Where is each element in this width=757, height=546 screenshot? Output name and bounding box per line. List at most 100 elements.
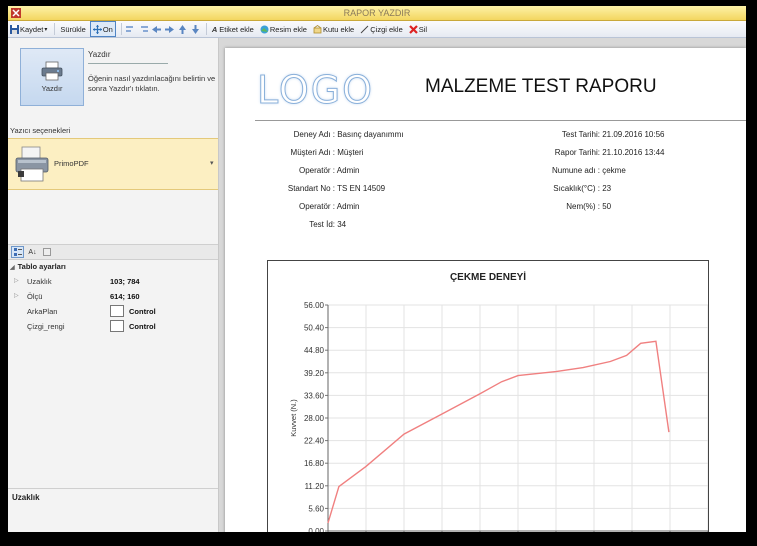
- property-value[interactable]: Control: [110, 305, 156, 318]
- report-field-right[interactable]: Test Tarihi: 21.09.2016 10:56: [475, 130, 725, 139]
- printer-dropdown-icon[interactable]: ▾: [210, 159, 214, 167]
- y-tick-label: 0.00: [308, 527, 324, 532]
- print-button[interactable]: Yazdır: [20, 48, 84, 106]
- property-row[interactable]: ▷ Ölçü 614; 160: [8, 290, 218, 304]
- y-tick-label: 16.80: [304, 459, 325, 468]
- align-left-button[interactable]: [125, 22, 137, 36]
- property-pages-button[interactable]: [41, 247, 52, 257]
- report-title[interactable]: MALZEME TEST RAPORU: [425, 76, 657, 98]
- property-value-text: Control: [129, 322, 156, 331]
- field-value: Admin: [335, 202, 360, 211]
- expand-icon[interactable]: ▷: [14, 292, 19, 299]
- property-name: Uzaklık: [27, 277, 52, 286]
- y-tick-label: 5.60: [308, 504, 324, 513]
- field-value: TS EN 14509: [335, 184, 386, 193]
- property-grid-toolbar: A↓: [8, 244, 218, 260]
- logo-placeholder[interactable]: LOGO: [256, 68, 374, 113]
- categorized-icon: [13, 248, 22, 256]
- chart-box[interactable]: ÇEKME DENEYİ 0.00 5.60 11.20 16.80 22.40 28.0…: [267, 260, 709, 532]
- color-swatch: [110, 305, 124, 318]
- arrow-down-icon: [191, 24, 199, 34]
- printer-selector[interactable]: PrimoPDF ▾: [8, 138, 218, 190]
- add-image-button[interactable]: Resim ekle: [258, 22, 309, 36]
- add-line-button[interactable]: Çizgi ekle: [358, 22, 405, 36]
- move-down-button[interactable]: [190, 22, 202, 36]
- field-value: Basınç dayanımmı: [335, 130, 404, 139]
- report-field-left[interactable]: Standart No : TS EN 14509: [225, 184, 395, 193]
- field-value: Müşteri: [335, 148, 364, 157]
- field-value: 23: [600, 184, 612, 193]
- alphabetical-view-button[interactable]: A↓: [27, 247, 38, 257]
- report-field-left[interactable]: Operatör : Admin: [225, 202, 395, 211]
- field-label: Müşteri Adı :: [290, 148, 335, 157]
- toolbar-separator: [120, 23, 122, 35]
- align-right-button[interactable]: [138, 22, 150, 36]
- expand-icon[interactable]: ▷: [14, 277, 19, 284]
- save-button[interactable]: Kaydet ▾: [8, 22, 49, 36]
- report-page: LOGO MALZEME TEST RAPORU Deney Adı : Bas…: [225, 48, 746, 532]
- categorized-view-button[interactable]: [11, 246, 24, 258]
- print-button-label: Yazdır: [41, 84, 63, 93]
- report-preview-area: LOGO MALZEME TEST RAPORU Deney Adı : Bas…: [219, 38, 746, 532]
- property-description-title: Uzaklık: [12, 493, 40, 502]
- property-value[interactable]: 103; 784: [110, 277, 140, 286]
- field-value: 34: [335, 220, 347, 229]
- property-name: Ölçü: [27, 292, 43, 301]
- add-box-button[interactable]: Kutu ekle: [311, 22, 356, 36]
- align-left-icon: [125, 25, 133, 32]
- report-field-right[interactable]: Rapor Tarihi: 21.10.2016 13:44: [475, 148, 725, 157]
- save-label: Kaydet: [20, 24, 44, 34]
- property-pages-icon: [42, 248, 51, 256]
- field-value: 21.09.2016 10:56: [600, 130, 665, 139]
- print-settings-panel: Yazdır Yazdır Öğenin nasıl yazdırılacağı…: [8, 38, 219, 532]
- property-row[interactable]: ▷ Uzaklık 103; 784: [8, 275, 218, 289]
- field-label: Test İd:: [309, 220, 335, 229]
- y-tick-label: 22.40: [304, 437, 325, 446]
- property-value[interactable]: 614; 160: [110, 292, 140, 301]
- property-row[interactable]: Çizgi_rengi Control: [8, 320, 218, 334]
- report-field-left[interactable]: Test İd: 34: [225, 220, 395, 229]
- property-value[interactable]: Control: [110, 320, 156, 333]
- y-axis-label: Kuvvet (N.): [289, 399, 298, 437]
- report-field-left[interactable]: Müşteri Adı : Müşteri: [225, 148, 395, 157]
- title-bar: RAPOR YAZDIR: [8, 6, 746, 21]
- align-right-icon: [140, 25, 148, 32]
- y-tick-label: 33.60: [304, 391, 325, 400]
- label-a-icon: A: [211, 24, 218, 34]
- save-dropdown-icon: ▾: [44, 26, 48, 33]
- arrow-up-icon: [178, 24, 186, 34]
- property-category[interactable]: ◢ Tablo ayarları: [10, 262, 66, 271]
- report-field-left[interactable]: Operatör : Admin: [225, 166, 395, 175]
- toolbar-separator: [54, 23, 56, 35]
- delete-button[interactable]: Sil: [407, 22, 429, 36]
- report-field-right[interactable]: Numune adı : çekme: [475, 166, 725, 175]
- image-icon: [260, 25, 269, 33]
- report-print-window: RAPOR YAZDIR Kaydet ▾ Sürükle On A Etiket …: [8, 6, 746, 532]
- property-name: Çizgi_rengi: [27, 322, 65, 331]
- field-label: Standart No :: [287, 184, 335, 193]
- field-value: Admin: [335, 166, 360, 175]
- drag-button[interactable]: Sürükle: [58, 22, 87, 36]
- move-right-button[interactable]: [164, 22, 176, 36]
- print-description: Öğenin nasıl yazdırılacağını belirtin ve…: [88, 74, 216, 93]
- add-label-text: Etiket ekle: [219, 24, 254, 34]
- heading-divider: [88, 63, 168, 64]
- delete-x-icon: [408, 24, 418, 34]
- report-field-left[interactable]: Deney Adı : Basınç dayanımmı: [225, 130, 404, 139]
- move-up-button[interactable]: [177, 22, 189, 36]
- property-row[interactable]: ArkaPlan Control: [8, 305, 218, 319]
- y-tick-label: 44.80: [304, 346, 325, 355]
- main-toolbar: Kaydet ▾ Sürükle On A Etiket ekle Resim ek…: [8, 21, 746, 38]
- add-label-button[interactable]: A Etiket ekle: [210, 22, 256, 36]
- print-heading: Yazdır: [88, 50, 111, 59]
- on-toggle-button[interactable]: On: [89, 21, 116, 37]
- toolbar-separator: [205, 23, 207, 35]
- move-left-button[interactable]: [151, 22, 163, 36]
- report-field-right[interactable]: Nem(%) : 50: [475, 202, 725, 211]
- report-field-right[interactable]: Sıcaklık(°C) : 23: [475, 184, 725, 193]
- property-name: ArkaPlan: [27, 307, 58, 316]
- field-label: Operatör :: [298, 202, 335, 211]
- field-label: Deney Adı :: [293, 130, 335, 139]
- drag-label: Sürükle: [60, 24, 86, 34]
- y-tick-label: 50.40: [304, 324, 325, 333]
